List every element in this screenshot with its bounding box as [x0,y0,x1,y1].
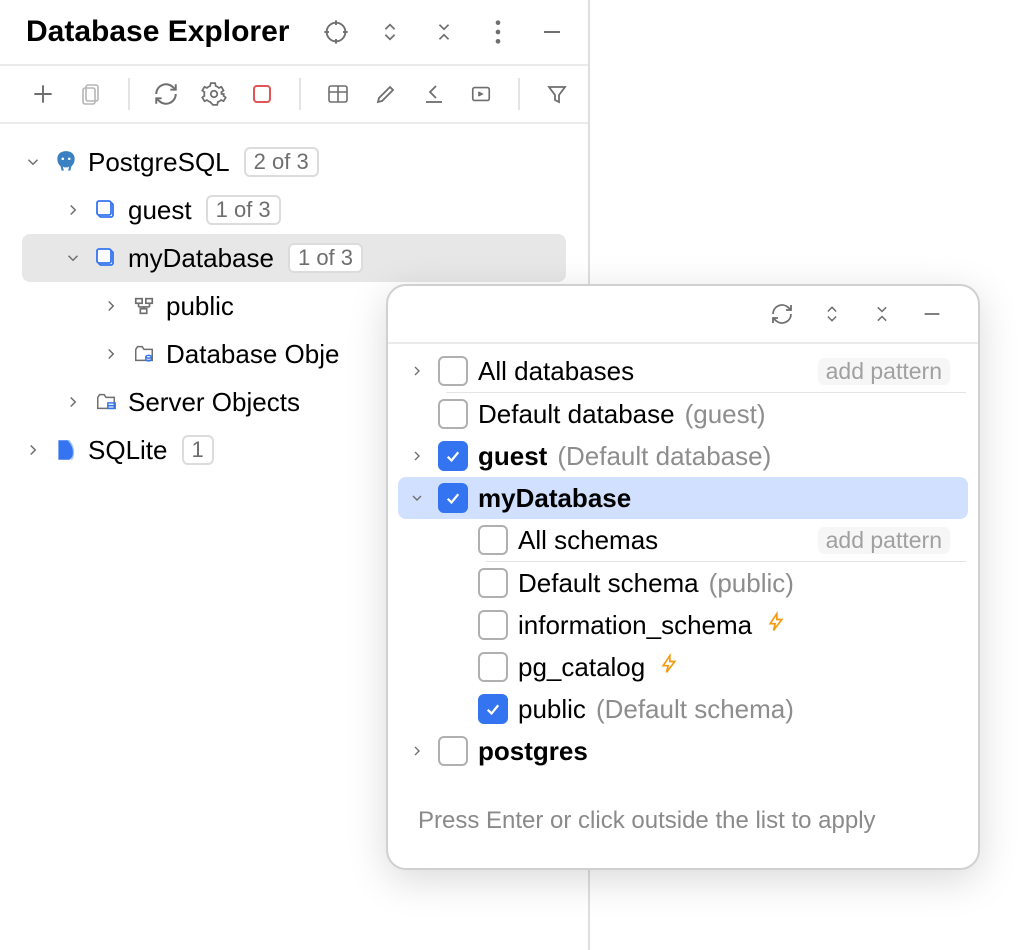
checkbox-checked[interactable] [438,441,468,471]
popup-header [388,286,978,344]
checkbox-checked[interactable] [478,694,508,724]
count-badge: 2 of 3 [244,147,319,177]
minimize-icon[interactable] [914,296,950,332]
row-detail: (Default database) [557,441,771,472]
popup-row-default-schema[interactable]: Default schema (public) [388,562,978,604]
row-label: myDatabase [478,483,631,514]
row-detail: (guest) [685,399,766,430]
more-options-icon[interactable] [480,14,516,50]
popup-row-pg-catalog[interactable]: pg_catalog [388,646,978,688]
popup-row-all-databases[interactable]: All databases add pattern [388,350,978,392]
popup-row-mydatabase[interactable]: myDatabase [398,477,968,519]
expand-collapse-icon[interactable] [372,14,408,50]
row-label: guest [478,441,547,472]
chevron-right-icon[interactable] [406,360,428,382]
folder-db-icon [130,340,158,368]
lightning-icon [766,610,786,641]
chevron-down-icon[interactable] [22,151,44,173]
popup-row-postgres[interactable]: postgres [388,730,978,772]
row-label: information_schema [518,610,752,641]
add-pattern-button[interactable]: add pattern [818,358,950,385]
chevron-right-icon[interactable] [406,740,428,762]
table-icon[interactable] [321,76,355,112]
chevron-down-icon[interactable] [406,487,428,509]
sqlite-icon [52,436,80,464]
toolbar-separator [518,78,520,110]
row-label: All databases [478,356,634,387]
edit-icon[interactable] [369,76,403,112]
lightning-icon [659,652,679,683]
row-detail: (Default schema) [596,694,794,725]
jump-icon[interactable] [417,76,451,112]
toolbar [0,66,588,124]
popup-row-information-schema[interactable]: information_schema [388,604,978,646]
collapse-all-icon[interactable] [426,14,462,50]
row-label: All schemas [518,525,658,556]
minimize-icon[interactable] [534,14,570,50]
console-icon[interactable] [465,76,499,112]
collapse-all-icon[interactable] [864,296,900,332]
row-label: postgres [478,736,588,767]
count-badge: 1 [182,435,214,465]
count-badge: 1 of 3 [288,243,363,273]
checkbox[interactable] [478,525,508,555]
popup-row-guest[interactable]: guest (Default database) [388,435,978,477]
schema-icon [130,292,158,320]
chevron-right-icon[interactable] [22,439,44,461]
count-badge: 1 of 3 [206,195,281,225]
schema-selection-popup: All databases add pattern Default databa… [386,284,980,870]
tree-label: PostgreSQL [88,147,230,178]
tree-node-postgresql[interactable]: PostgreSQL 2 of 3 [0,138,588,186]
checkbox[interactable] [438,736,468,766]
refresh-icon[interactable] [764,296,800,332]
settings-icon[interactable] [197,76,231,112]
chevron-right-icon[interactable] [100,343,122,365]
popup-row-all-schemas[interactable]: All schemas add pattern [388,519,978,561]
tree-label: public [166,291,234,322]
target-icon[interactable] [318,14,354,50]
checkbox[interactable] [478,568,508,598]
toolbar-separator [128,78,130,110]
row-label: pg_catalog [518,652,645,683]
tree-label: Database Obje [166,339,339,370]
checkbox[interactable] [438,356,468,386]
copy-icon[interactable] [74,76,108,112]
stop-icon[interactable] [245,76,279,112]
checkbox[interactable] [478,652,508,682]
chevron-right-icon[interactable] [62,391,84,413]
popup-hint: Press Enter or click outside the list to… [388,778,978,868]
chevron-down-icon[interactable] [62,247,84,269]
row-label: public [518,694,586,725]
panel-title: Database Explorer [26,15,318,49]
tree-label: guest [128,195,192,226]
filter-icon[interactable] [540,76,574,112]
chevron-right-icon[interactable] [406,445,428,467]
folder-server-icon [92,388,120,416]
row-detail: (public) [709,568,794,599]
panel-header: Database Explorer [0,0,588,66]
add-icon[interactable] [26,76,60,112]
row-label: Default database [478,399,675,430]
database-icon [92,196,120,224]
postgresql-icon [52,148,80,176]
checkbox-checked[interactable] [438,483,468,513]
tree-label: myDatabase [128,243,274,274]
add-pattern-button[interactable]: add pattern [818,527,950,554]
expand-collapse-icon[interactable] [814,296,850,332]
tree-node-guest[interactable]: guest 1 of 3 [0,186,588,234]
popup-row-public[interactable]: public (Default schema) [388,688,978,730]
refresh-icon[interactable] [150,76,184,112]
chevron-right-icon[interactable] [100,295,122,317]
row-label: Default schema [518,568,699,599]
toolbar-separator [299,78,301,110]
checkbox[interactable] [478,610,508,640]
tree-label: SQLite [88,435,168,466]
popup-row-default-database[interactable]: Default database (guest) [388,393,978,435]
checkbox[interactable] [438,399,468,429]
database-icon [92,244,120,272]
tree-node-mydatabase[interactable]: myDatabase 1 of 3 [22,234,566,282]
chevron-right-icon[interactable] [62,199,84,221]
tree-label: Server Objects [128,387,300,418]
